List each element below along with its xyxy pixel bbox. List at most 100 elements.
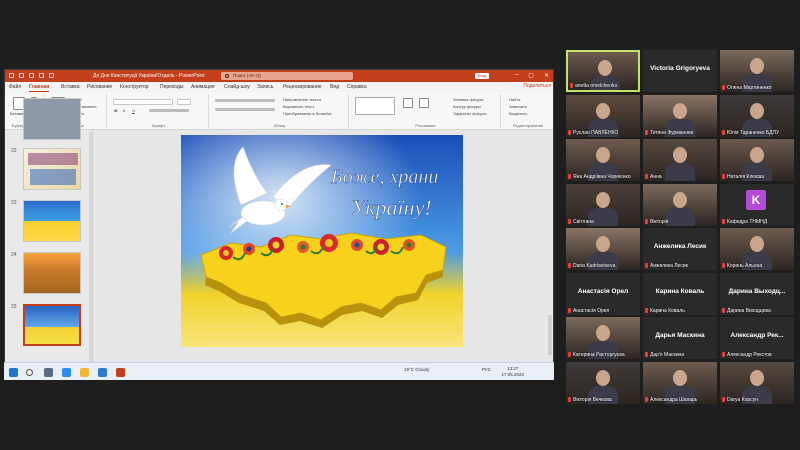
weather-widget[interactable]: 19°C Cloudy: [404, 367, 429, 372]
participant-tile[interactable]: Darya Корсун: [720, 361, 794, 404]
participant-name: Александра Шапарь: [650, 396, 698, 403]
signin-button[interactable]: Вход: [475, 73, 489, 79]
text-direction-button[interactable]: Направление текста: [283, 97, 321, 102]
tab-slideshow[interactable]: Слайд-шоу: [224, 84, 250, 90]
tab-help[interactable]: Справка: [347, 84, 367, 90]
font-tools[interactable]: [149, 109, 189, 112]
search-box[interactable]: Поиск (Alt+Q): [221, 72, 353, 80]
close-icon[interactable]: ✕: [544, 72, 549, 79]
shape-fill-button[interactable]: Заливка фигуры: [453, 97, 484, 102]
task-view-icon[interactable]: [44, 368, 53, 377]
current-slide[interactable]: Боже, храни Україну!: [181, 135, 463, 347]
tab-animation[interactable]: Анимация: [191, 84, 214, 90]
participant-caption: Юлія Тараненко БДПУ: [722, 129, 779, 136]
editor-scrollbar[interactable]: [548, 315, 552, 355]
participant-tile[interactable]: Вікторія Вечкова: [566, 361, 640, 404]
participant-tile[interactable]: Олена Мартиненко: [720, 50, 794, 92]
arrange-icon[interactable]: [403, 98, 413, 108]
muted-mic-icon: [722, 85, 725, 90]
start-icon[interactable]: [9, 368, 18, 377]
file-explorer-icon[interactable]: [80, 368, 89, 377]
tab-home[interactable]: Главная: [29, 84, 50, 92]
shared-screen: До Дня Конституції України!Отдель - Powe…: [4, 69, 554, 380]
participant-tile[interactable]: Карина Коваль Карина Коваль: [643, 272, 717, 315]
replace-button[interactable]: Заменить: [509, 104, 527, 109]
tab-draw[interactable]: Рисование: [87, 84, 112, 90]
tab-record[interactable]: Запись: [257, 84, 273, 90]
participant-tile[interactable]: Анна: [643, 139, 717, 181]
select-button[interactable]: Выделить: [509, 111, 527, 116]
present-icon[interactable]: [49, 73, 54, 78]
slide-thumbnail[interactable]: [23, 148, 81, 190]
autosave-icon[interactable]: [9, 73, 14, 78]
tab-review[interactable]: Рецензирование: [283, 84, 322, 90]
thumbnails-scrollbar[interactable]: [89, 132, 92, 362]
participant-tile[interactable]: anetta omelchenko: [566, 50, 640, 92]
slide-thumbnail-selected[interactable]: [23, 304, 81, 346]
share-button[interactable]: Поделиться: [523, 83, 551, 89]
participant-tile[interactable]: Дарина Выходц... Дарина Виходцева: [720, 272, 794, 315]
minimize-icon[interactable]: –: [515, 72, 518, 79]
participant-tile[interactable]: Daria Kudriavtseva: [566, 228, 640, 270]
undo-icon[interactable]: [29, 73, 34, 78]
underline-button[interactable]: Ч: [132, 108, 135, 113]
participant-tile[interactable]: Юлія Тараненко БДПУ: [720, 94, 794, 137]
slide-number: 24: [11, 252, 17, 258]
participant-name: Daria Kudriavtseva: [573, 263, 616, 269]
quick-styles-icon[interactable]: [419, 98, 429, 108]
participant-tile[interactable]: Світлана: [566, 183, 640, 226]
participant-name: Катерина Расторгуєва: [573, 352, 625, 358]
participant-tile[interactable]: Наталія Клюєва: [720, 139, 794, 181]
powerpoint-app-icon[interactable]: [116, 368, 125, 377]
save-icon[interactable]: [19, 73, 24, 78]
align-buttons[interactable]: [215, 108, 275, 111]
redo-icon[interactable]: [39, 73, 44, 78]
participant-tile[interactable]: Дарья Маскина Дар'я Маскина: [643, 317, 717, 359]
italic-button[interactable]: К: [123, 108, 125, 113]
tab-file[interactable]: Файл: [9, 84, 21, 90]
participant-tile[interactable]: Анжелика Лесик Анжелика Лесик: [643, 228, 717, 270]
font-size-select[interactable]: [177, 99, 191, 105]
participant-tile[interactable]: Тетяна Фурманова: [643, 94, 717, 137]
participants-grid: anetta omelchenko Victoria Grigoryeva Олен…: [566, 50, 794, 404]
participant-tile[interactable]: Яна Андріївна Чорнієнко: [566, 139, 640, 181]
participant-caption: Daria Kudriavtseva: [568, 263, 615, 269]
smartart-button[interactable]: Преобразовать в SmartArt: [283, 111, 332, 116]
tab-transitions[interactable]: Переходы: [160, 84, 183, 90]
system-clock[interactable]: 13:27 17.06.2022: [501, 366, 524, 378]
bold-button[interactable]: Ж: [114, 108, 118, 113]
search-icon[interactable]: [26, 369, 33, 376]
shapes-gallery[interactable]: [355, 97, 395, 115]
shape-effects-button[interactable]: Эффекты фигуры: [453, 111, 486, 116]
participant-tile[interactable]: Александра Шапарь: [643, 361, 717, 404]
participant-tile[interactable]: Корень Альона: [720, 228, 794, 270]
participant-tile[interactable]: Анастасія Орел Анастасія Орел: [566, 272, 640, 315]
input-language[interactable]: РУС: [482, 367, 491, 372]
participant-tile[interactable]: Катерина Расторгуєва: [566, 317, 640, 359]
tab-insert[interactable]: Вставка: [61, 84, 80, 90]
align-text-button[interactable]: Выровнять текст: [283, 104, 314, 109]
participant-tile[interactable]: Александр Рек... Александр Рекстов: [720, 317, 794, 359]
tab-design[interactable]: Конструктор: [120, 84, 149, 90]
participant-caption: Карина Коваль: [645, 307, 685, 314]
edge-icon[interactable]: [62, 368, 71, 377]
font-name-select[interactable]: [113, 99, 173, 105]
participant-name: Анна: [650, 174, 662, 180]
participant-tile[interactable]: K Кафедра ТНМНД: [720, 183, 794, 226]
participant-face: [596, 102, 610, 119]
shape-outline-button[interactable]: Контур фигуры: [453, 104, 481, 109]
participant-face: [750, 102, 764, 119]
maximize-icon[interactable]: ▢: [528, 72, 534, 79]
slide-thumbnail[interactable]: [23, 98, 81, 140]
slide-thumbnail[interactable]: [23, 200, 81, 242]
tab-view[interactable]: Вид: [330, 84, 339, 90]
zoom-app-icon[interactable]: [98, 368, 107, 377]
participant-tile[interactable]: Victoria Grigoryeva: [643, 50, 717, 92]
find-button[interactable]: Найти: [509, 97, 520, 102]
list-buttons[interactable]: [215, 99, 275, 102]
slide-thumbnail[interactable]: [23, 252, 81, 294]
editing-group: Найти Заменить Выделить Редактирование: [503, 94, 553, 128]
participant-tile[interactable]: Вікторія: [643, 183, 717, 226]
participant-tile[interactable]: Руслан ПАВЛЕНКО: [566, 94, 640, 137]
participant-face: [596, 236, 610, 252]
